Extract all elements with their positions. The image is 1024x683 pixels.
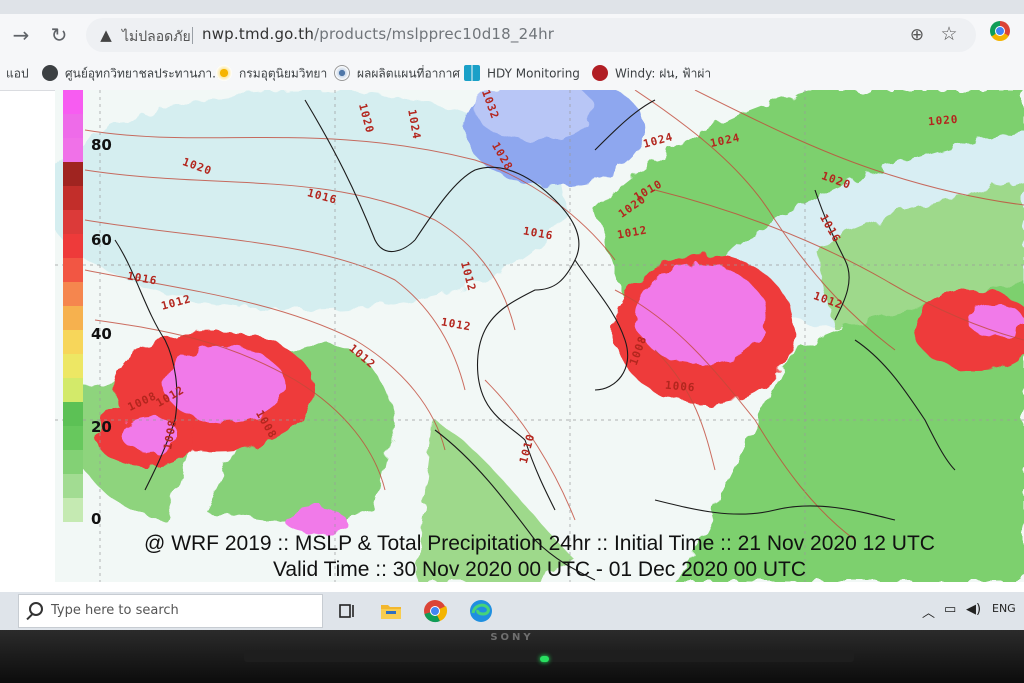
- volume-icon[interactable]: ◀): [966, 602, 981, 617]
- map-caption-valid-time: Valid Time :: 30 Nov 2020 00 UTC - 01 De…: [272, 558, 807, 581]
- monitor-screen: → ↻ ▲ ไม่ปลอดภัย nwp.tmd.go.th/products/…: [0, 0, 1024, 630]
- windows-icon: [464, 64, 480, 81]
- legend-swatch: [63, 138, 83, 162]
- windy-icon: [592, 64, 608, 81]
- monitor-base: [244, 650, 854, 662]
- weather-map: 80 60 40 20 0 1020 1016 1016 1012 1008 1…: [55, 90, 1024, 582]
- isobar-label: 1006: [664, 378, 697, 395]
- legend-swatch: [63, 354, 83, 378]
- legend-swatch: [63, 426, 83, 450]
- chrome-extension-icon[interactable]: [990, 21, 1010, 41]
- network-icon[interactable]: ▭: [944, 602, 956, 617]
- bookmark-label: กรมอุตุนิยมวิทยา: [239, 66, 328, 81]
- legend-swatch: [63, 210, 83, 234]
- legend-swatch: [63, 402, 83, 426]
- monitor-bezel: SONY: [0, 630, 1024, 683]
- bookmark-apps[interactable]: แอป: [6, 62, 29, 84]
- legend-swatch: [63, 378, 83, 402]
- url-path: /products/mslpprec10d18_24hr: [314, 25, 555, 43]
- isobar-label: 1020: [927, 112, 960, 129]
- file-explorer-icon[interactable]: [378, 598, 404, 624]
- edge-icon[interactable]: [468, 598, 494, 624]
- url-host: nwp.tmd.go.th: [202, 25, 315, 43]
- legend-swatch: [63, 90, 83, 114]
- bookmarks-bar: แอป ศูนย์อุทกวิทยาชลประทานภา... กรมอุตุน…: [0, 56, 1024, 91]
- bookmark-label: ผลผลิตแผนที่อากาศ: [357, 66, 461, 81]
- windows-taskbar: Type here to search ︿ ▭ ◀) ENG: [0, 592, 1024, 630]
- monitor-brand-logo: SONY: [490, 632, 534, 643]
- tab-strip: [0, 0, 1024, 14]
- chrome-icon[interactable]: [422, 598, 448, 624]
- legend-tick-80: 80: [91, 136, 112, 154]
- legend-swatch: [63, 186, 83, 210]
- legend-swatch: [63, 234, 83, 258]
- precip-max-magenta-bay: [165, 347, 285, 423]
- address-bar[interactable]: ▲ ไม่ปลอดภัย nwp.tmd.go.th/products/mslp…: [86, 18, 976, 52]
- legend-swatch: [63, 258, 83, 282]
- map-caption-title: @ WRF 2019 :: MSLP & Total Precipitation…: [144, 532, 935, 555]
- legend-swatch: [63, 330, 83, 354]
- url-text[interactable]: nwp.tmd.go.th/products/mslpprec10d18_24h…: [202, 25, 554, 43]
- legend-swatch: [63, 162, 83, 186]
- bookmark-star-icon[interactable]: ☆: [938, 23, 960, 45]
- legend-swatch: [63, 282, 83, 306]
- address-divider: [192, 27, 193, 44]
- sun-icon: [216, 64, 232, 81]
- precip-max-magenta-south: [285, 506, 345, 534]
- bookmark-label: HDY Monitoring: [487, 66, 580, 81]
- security-label[interactable]: ไม่ปลอดภัย: [122, 26, 191, 48]
- bookmark-windy[interactable]: Windy: ฝน, ฟ้าผ่า: [592, 62, 711, 84]
- warning-icon[interactable]: ▲: [96, 25, 116, 45]
- reload-icon[interactable]: ↻: [44, 20, 74, 50]
- taskbar-search-box[interactable]: Type here to search: [18, 594, 323, 628]
- legend-swatch: [63, 474, 83, 498]
- legend-tick-60: 60: [91, 231, 112, 249]
- legend-tick-0: 0: [91, 510, 102, 528]
- task-view-icon[interactable]: [334, 598, 360, 624]
- language-indicator[interactable]: ENG: [992, 602, 1016, 615]
- tmd-logo-icon: [334, 64, 350, 81]
- precipitation-legend: [63, 90, 83, 522]
- legend-swatch: [63, 306, 83, 330]
- forward-icon[interactable]: →: [6, 20, 36, 50]
- bookmark-weather-maps[interactable]: ผลผลิตแผนที่อากาศ: [334, 62, 460, 84]
- tray-chevron-icon[interactable]: ︿: [922, 602, 935, 621]
- bookmark-label: ศูนย์อุทกวิทยาชลประทานภา...: [65, 66, 224, 81]
- bookmark-tmd[interactable]: กรมอุตุนิยมวิทยา: [216, 62, 327, 84]
- power-led: [540, 656, 549, 662]
- bookmark-hydro-center[interactable]: ศูนย์อุทกวิทยาชลประทานภา...: [42, 62, 224, 84]
- globe-icon: [42, 64, 58, 81]
- legend-swatch: [63, 114, 83, 138]
- bookmark-label: แอป: [6, 66, 29, 81]
- zoom-icon[interactable]: ⊕: [906, 24, 928, 46]
- search-placeholder: Type here to search: [51, 603, 179, 618]
- legend-swatch: [63, 498, 83, 522]
- bookmark-hdy-monitoring[interactable]: HDY Monitoring: [464, 62, 580, 84]
- browser-toolbar: → ↻ ▲ ไม่ปลอดภัย nwp.tmd.go.th/products/…: [0, 14, 1024, 56]
- legend-swatch: [63, 450, 83, 474]
- search-icon: [29, 602, 43, 616]
- legend-tick-20: 20: [91, 418, 112, 436]
- legend-tick-40: 40: [91, 325, 112, 343]
- bookmark-label: Windy: ฝน, ฟ้าผ่า: [615, 66, 712, 81]
